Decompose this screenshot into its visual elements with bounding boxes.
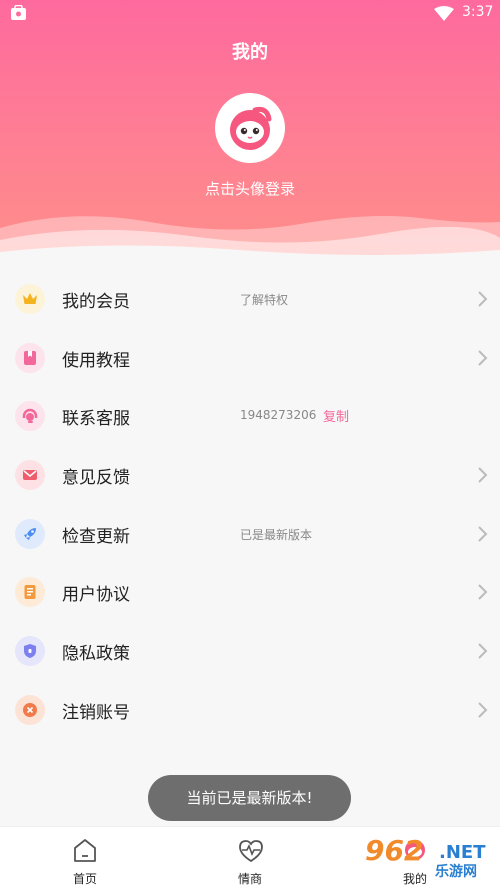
watermark-number: 962: [365, 834, 424, 867]
menu-item-feedback[interactable]: 意见反馈: [0, 446, 500, 505]
wave-decoration: [0, 216, 500, 262]
document-icon: [15, 577, 45, 608]
menu-label: 联系客服: [62, 409, 130, 430]
menu-label: 检查更新: [62, 526, 130, 547]
copy-button[interactable]: 复制: [323, 406, 349, 425]
menu-value: 已是最新版本: [240, 527, 313, 542]
chevron-right-icon: [478, 291, 488, 307]
chevron-right-icon: [478, 643, 488, 659]
menu-label: 使用教程: [62, 350, 130, 371]
heartbeat-icon: [239, 840, 263, 863]
menu-item-check-update[interactable]: 检查更新 已是最新版本: [0, 505, 500, 564]
chevron-right-icon: [478, 467, 488, 483]
status-time: 3:37: [462, 4, 494, 20]
service-qq-number: 1948273206: [240, 408, 317, 423]
page-title: 我的: [232, 42, 268, 63]
menu-label: 注销账号: [62, 702, 130, 723]
headset-icon: [15, 401, 45, 432]
chevron-right-icon: [478, 349, 488, 366]
profile-header: 3:37 我的 点击头像登录: [0, 0, 500, 262]
chevron-right-icon: [478, 702, 488, 718]
mascot-icon: [230, 106, 272, 150]
close-icon: [15, 694, 45, 725]
menu-label: 我的会员: [62, 292, 130, 312]
menu-label: 意见反馈: [62, 468, 130, 489]
settings-menu: 我的会员 了解特权 使用教程 联系客服 1948273206 复制 意见反馈 检…: [0, 270, 500, 740]
tab-eq[interactable]: 情商: [165, 827, 335, 888]
rocket-icon: [15, 518, 45, 549]
menu-item-customer-service[interactable]: 联系客服 1948273206 复制: [0, 387, 500, 446]
app-notification-icon: [11, 5, 26, 20]
menu-label: 用户协议: [62, 585, 130, 606]
chevron-right-icon: [478, 584, 488, 601]
menu-label: 隐私政策: [62, 644, 130, 665]
menu-item-cancel-account[interactable]: 注销账号: [0, 681, 500, 740]
login-prompt[interactable]: 点击头像登录: [0, 178, 500, 199]
home-icon: [74, 839, 96, 862]
mail-icon: [15, 460, 45, 491]
toast-message: 当前已是最新版本!: [148, 775, 351, 821]
watermark-suffix: .NET: [439, 842, 486, 863]
watermark-site: 乐游网: [435, 864, 477, 880]
tab-home[interactable]: 首页: [0, 827, 170, 888]
chevron-right-icon: [478, 526, 488, 542]
menu-item-privacy-policy[interactable]: 隐私政策: [0, 622, 500, 681]
tab-label: 情商: [237, 872, 262, 886]
menu-value: 了解特权: [240, 293, 289, 307]
status-bar: 3:37: [0, 0, 500, 28]
menu-item-tutorial[interactable]: 使用教程: [0, 329, 500, 388]
wifi-icon: [434, 6, 454, 21]
menu-item-membership[interactable]: 我的会员 了解特权: [0, 270, 500, 329]
book-icon: [15, 342, 45, 373]
tab-label: 首页: [72, 872, 97, 886]
site-watermark: 962 .NET 乐游网: [365, 834, 497, 880]
crown-icon: [15, 284, 45, 314]
avatar[interactable]: [215, 93, 285, 163]
shield-icon: [15, 636, 45, 667]
menu-item-user-agreement[interactable]: 用户协议: [0, 563, 500, 622]
